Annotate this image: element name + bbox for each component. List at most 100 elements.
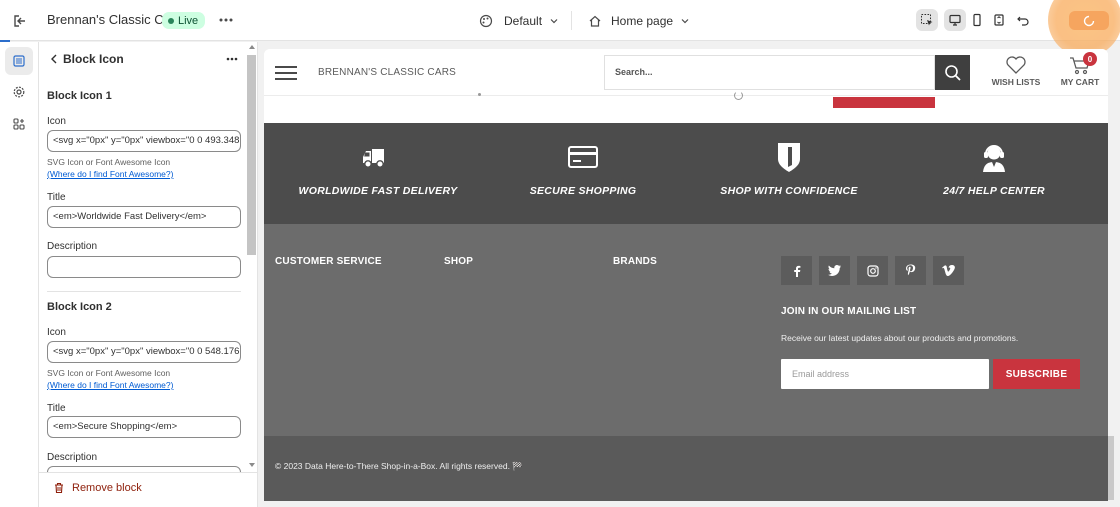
twitter-icon[interactable] xyxy=(819,256,850,285)
content-fragment xyxy=(478,93,481,96)
mailing-list-title: JOIN IN OUR MAILING LIST xyxy=(781,306,917,317)
scroll-up-icon[interactable] xyxy=(249,45,255,49)
chevron-down-icon xyxy=(680,16,690,26)
copyright-bar: © 2023 Data Here-to-There Shop-in-a-Box.… xyxy=(264,436,1108,501)
theme-selector[interactable]: Default xyxy=(479,11,559,31)
status-badge: Live xyxy=(162,12,206,29)
feature-title: WORLDWIDE FAST DELIVERY xyxy=(298,185,458,197)
site-search[interactable]: Search... xyxy=(604,55,970,90)
title-input[interactable]: <em>Worldwide Fast Delivery</em> xyxy=(47,206,241,228)
site-footer: CUSTOMER SERVICE SHOP BRANDS JOIN IN OUR… xyxy=(264,224,1108,436)
gear-icon[interactable] xyxy=(5,78,33,106)
heart-icon xyxy=(1005,55,1027,75)
back-arrow-icon[interactable] xyxy=(47,52,61,66)
desktop-view-icon[interactable] xyxy=(944,9,966,31)
description-field-label: Description xyxy=(47,452,98,463)
my-cart-label: MY CART xyxy=(1060,77,1100,87)
feature-title: SHOP WITH CONFIDENCE xyxy=(720,185,858,197)
search-icon[interactable] xyxy=(935,55,970,90)
scroll-down-icon[interactable] xyxy=(249,463,255,467)
icon-help-text: SVG Icon or Font Awesome Icon xyxy=(47,368,171,378)
panel-title: Block Icon xyxy=(63,52,124,66)
mailing-list-subtitle: Receive our latest updates about our pro… xyxy=(781,333,1019,343)
remove-block-button[interactable]: Remove block xyxy=(53,482,142,494)
feature-item: 24/7 HELP CENTER xyxy=(894,141,1094,197)
preview-tools xyxy=(916,9,1010,31)
font-awesome-link[interactable]: (Where do I find Font Awesome?) xyxy=(47,169,173,179)
feature-item: SHOP WITH CONFIDENCE xyxy=(689,141,889,197)
block-heading: Block Icon 2 xyxy=(47,301,112,313)
instagram-icon[interactable] xyxy=(857,256,888,285)
panel-footer: Remove block xyxy=(39,472,257,507)
save-button[interactable] xyxy=(1069,11,1109,30)
icon-field-label: Icon xyxy=(47,327,66,338)
footer-heading-brands[interactable]: BRANDS xyxy=(613,256,657,267)
vimeo-icon[interactable] xyxy=(933,256,964,285)
email-field[interactable]: Email address xyxy=(781,359,989,389)
footer-heading-shop[interactable]: SHOP xyxy=(444,256,473,267)
icon-help-text: SVG Icon or Font Awesome Icon xyxy=(47,157,171,167)
partial-button[interactable] xyxy=(833,97,935,108)
editor-icon-rail xyxy=(0,42,39,507)
live-dot-icon xyxy=(168,17,174,24)
feature-item: SECURE SHOPPING xyxy=(483,141,683,197)
footer-heading-customer-service[interactable]: CUSTOMER SERVICE xyxy=(275,256,382,267)
section-divider xyxy=(47,291,241,292)
search-input[interactable]: Search... xyxy=(615,67,653,77)
more-options-icon[interactable] xyxy=(224,52,240,66)
page-selector[interactable]: Home page xyxy=(588,11,690,31)
panel-scrollbar[interactable] xyxy=(246,45,257,472)
subscribe-button[interactable]: SUBSCRIBE xyxy=(993,359,1080,389)
description-input[interactable] xyxy=(47,256,241,278)
headset-icon xyxy=(978,141,1010,173)
page-name: Home page xyxy=(611,14,674,28)
copyright-text: © 2023 Data Here-to-There Shop-in-a-Box.… xyxy=(275,461,523,471)
more-actions-icon[interactable] xyxy=(216,12,236,28)
panel-header: Block Icon xyxy=(39,42,257,76)
status-badge-label: Live xyxy=(178,14,199,27)
site-header: BRENNAN'S CLASSIC CARS Search... WISH LI… xyxy=(264,49,1108,96)
site-logo-text[interactable]: BRENNAN'S CLASSIC CARS xyxy=(318,67,456,78)
store-preview: BRENNAN'S CLASSIC CARS Search... WISH LI… xyxy=(264,49,1108,501)
title-input[interactable]: <em>Secure Shopping</em> xyxy=(47,416,241,438)
trash-icon xyxy=(53,482,65,494)
scroll-thumb[interactable] xyxy=(247,55,256,255)
social-links xyxy=(781,256,964,285)
apps-icon[interactable] xyxy=(5,110,33,138)
font-awesome-link[interactable]: (Where do I find Font Awesome?) xyxy=(47,380,173,390)
description-field-label: Description xyxy=(47,241,98,252)
mobile-view-icon[interactable] xyxy=(966,9,988,31)
features-band: WORLDWIDE FAST DELIVERY SECURE SHOPPING … xyxy=(264,123,1108,224)
credit-card-icon xyxy=(567,141,599,173)
remove-block-label: Remove block xyxy=(72,482,142,494)
block-heading: Block Icon 1 xyxy=(47,90,112,102)
truck-icon xyxy=(362,141,394,173)
preview-scrollbar[interactable] xyxy=(1108,436,1114,500)
title-field-label: Title xyxy=(47,192,66,203)
icon-input[interactable]: <svg x="0px" y="0px" viewbox="0 0 548.17… xyxy=(47,341,241,363)
icon-input[interactable]: <svg x="0px" y="0px" viewbox="0 0 493.34… xyxy=(47,130,241,152)
menu-icon[interactable] xyxy=(275,66,297,80)
feature-title: 24/7 HELP CENTER xyxy=(943,185,1045,197)
sections-icon[interactable] xyxy=(5,47,33,75)
theme-icon xyxy=(479,14,493,28)
exit-icon[interactable] xyxy=(10,11,30,31)
feature-item: WORLDWIDE FAST DELIVERY xyxy=(278,141,478,197)
fullscreen-icon[interactable] xyxy=(988,9,1010,31)
block-settings-panel: Block Icon Block Icon 1 Icon <svg x="0px… xyxy=(39,42,258,507)
inspector-icon[interactable] xyxy=(916,9,938,31)
shield-icon xyxy=(773,141,805,173)
spinner-icon xyxy=(1083,15,1095,27)
cart-count-badge: 0 xyxy=(1083,52,1097,66)
chevron-down-icon xyxy=(549,16,559,26)
wish-lists-link[interactable]: WISH LISTS xyxy=(989,55,1043,87)
my-cart-link[interactable]: 0 MY CART xyxy=(1058,52,1102,87)
home-icon xyxy=(588,14,602,28)
email-placeholder: Email address xyxy=(792,369,850,379)
facebook-icon[interactable] xyxy=(781,256,812,285)
pinterest-icon[interactable] xyxy=(895,256,926,285)
title-field-label: Title xyxy=(47,403,66,414)
undo-icon[interactable] xyxy=(1013,10,1033,30)
feature-title: SECURE SHOPPING xyxy=(529,185,637,197)
wish-lists-label: WISH LISTS xyxy=(991,77,1041,87)
